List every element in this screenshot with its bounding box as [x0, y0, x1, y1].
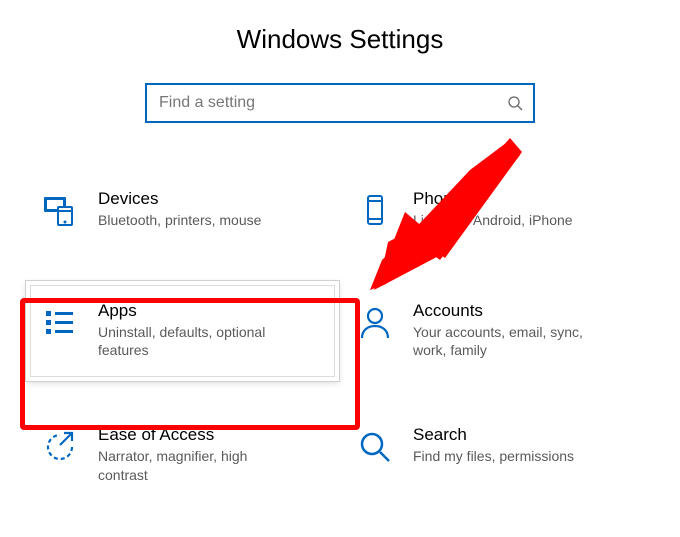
tile-desc: Link your Android, iPhone: [413, 211, 573, 229]
apps-icon: [36, 299, 84, 347]
search-icon: [507, 95, 523, 111]
settings-grid: Devices Bluetooth, printers, mouse Phone…: [0, 183, 680, 488]
page-title: Windows Settings: [0, 24, 680, 55]
tile-desc: Bluetooth, printers, mouse: [98, 211, 261, 229]
search-input[interactable]: [157, 93, 507, 113]
tile-title: Devices: [98, 189, 261, 209]
search-container: [0, 83, 680, 123]
tile-apps[interactable]: Apps Uninstall, defaults, optional featu…: [26, 281, 339, 381]
ease-of-access-icon: [36, 423, 84, 471]
tile-title: Apps: [98, 301, 298, 321]
accounts-icon: [351, 299, 399, 347]
tile-desc: Narrator, magnifier, high contrast: [98, 447, 298, 483]
devices-icon: [36, 187, 84, 235]
tile-desc: Find my files, permissions: [413, 447, 574, 465]
tile-title: Phone: [413, 189, 573, 209]
tile-search[interactable]: Search Find my files, permissions: [345, 419, 650, 487]
tile-title: Ease of Access: [98, 425, 298, 445]
tile-title: Search: [413, 425, 574, 445]
tile-title: Accounts: [413, 301, 613, 321]
search-tile-icon: [351, 423, 399, 471]
tile-devices[interactable]: Devices Bluetooth, printers, mouse: [30, 183, 335, 239]
tile-phone[interactable]: Phone Link your Android, iPhone: [345, 183, 650, 239]
phone-icon: [351, 187, 399, 235]
tile-ease-of-access[interactable]: Ease of Access Narrator, magnifier, high…: [30, 419, 335, 487]
tile-desc: Your accounts, email, sync, work, family: [413, 323, 613, 359]
search-box[interactable]: [145, 83, 535, 123]
tile-desc: Uninstall, defaults, optional features: [98, 323, 298, 359]
tile-accounts[interactable]: Accounts Your accounts, email, sync, wor…: [345, 295, 650, 363]
